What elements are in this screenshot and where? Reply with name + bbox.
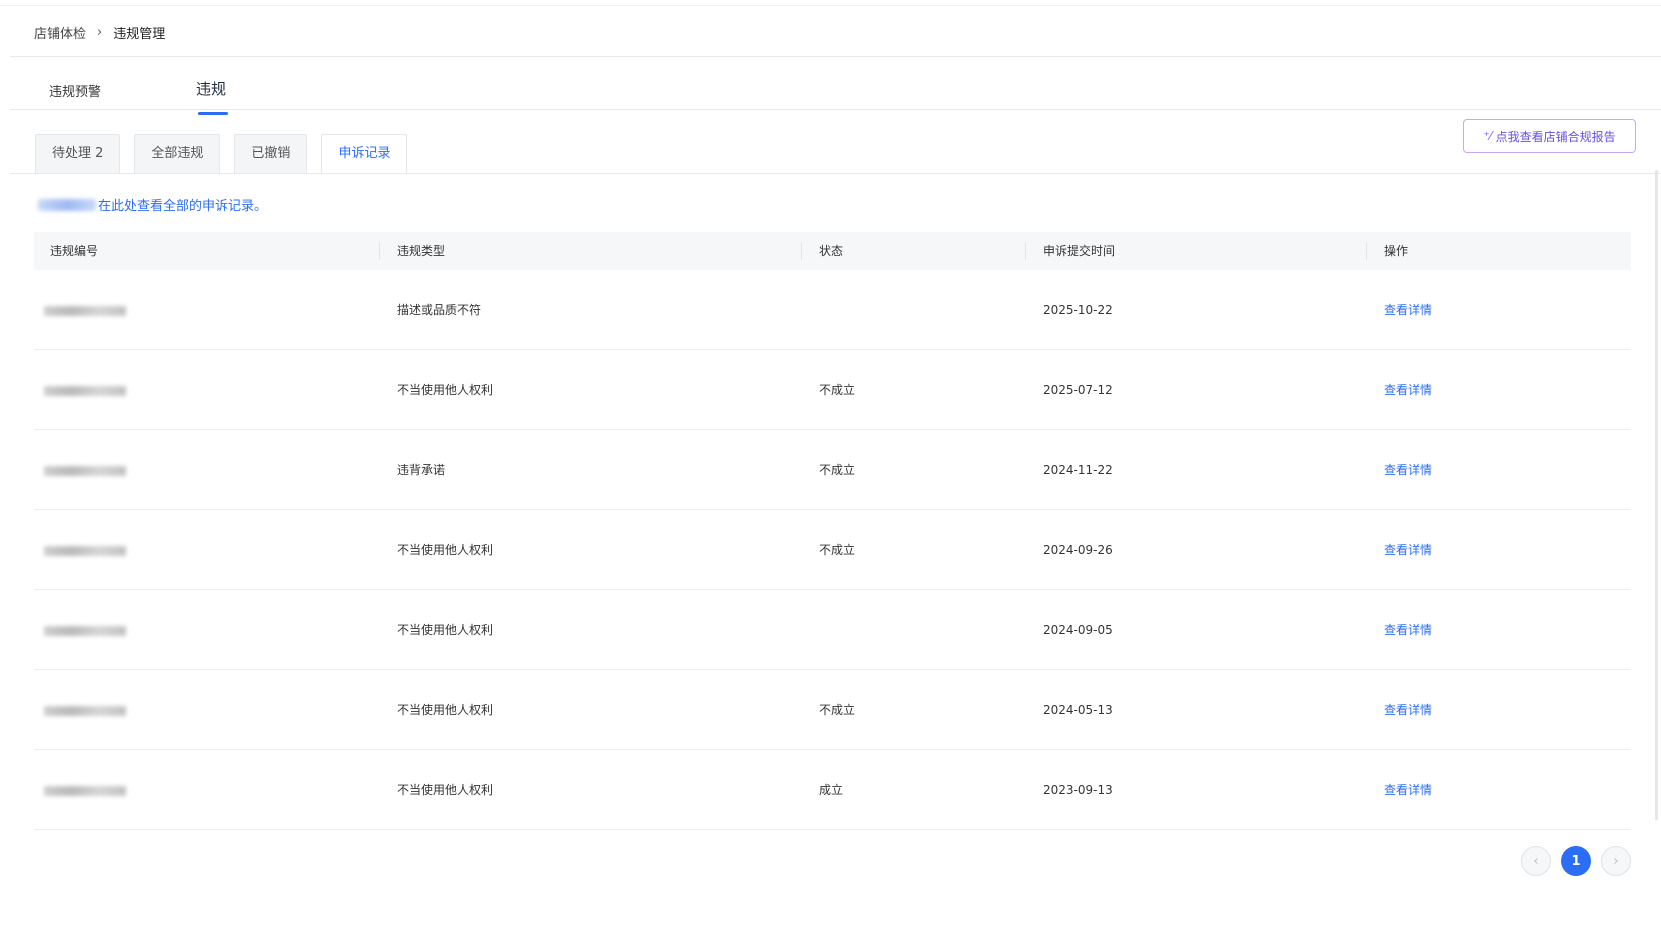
status: 不成立 [819,463,856,477]
table-row: 描述或品质不符 2025-10-22 查看详情 [34,270,1631,350]
table-row: 不当使用他人权利 成立 2023-09-13 查看详情 [34,750,1631,830]
violation-id-redacted [44,750,126,830]
table-row: 不当使用他人权利 不成立 2025-07-12 查看详情 [34,350,1631,430]
violation-id-redacted [44,350,126,430]
tab-violation[interactable]: 违规 [196,74,228,118]
pagination: ‹ 1 › [1521,846,1641,876]
violation-type: 不当使用他人权利 [397,623,494,637]
scrollbar[interactable] [1655,170,1658,820]
violation-type: 不当使用他人权利 [397,383,494,397]
redacted-text [38,198,96,211]
page: 店铺体检 › 违规管理 违规预警 违规 待处理 2 全部违规 已撤销 申诉记录 … [0,0,1661,926]
breadcrumb-parent[interactable]: 店铺体检 [34,23,86,42]
table-row: 不当使用他人权利 不成立 2024-05-13 查看详情 [34,670,1631,750]
submit-time: 2025-10-22 [1043,303,1113,317]
column-header-status: 状态 [819,244,844,258]
tab-violation-label: 违规 [196,80,227,98]
next-page-button[interactable]: › [1601,846,1631,876]
submit-time: 2024-11-22 [1043,463,1113,477]
table-row: 违背承诺 不成立 2024-11-22 查看详情 [34,430,1631,510]
violation-type: 不当使用他人权利 [397,703,494,717]
submit-time: 2024-09-05 [1043,623,1113,637]
header-divider [10,56,1661,57]
subtab-all-violations[interactable]: 全部违规 [134,134,221,174]
main-tabs-divider [10,109,1661,110]
breadcrumb: 店铺体检 › 违规管理 [34,22,165,42]
status: 不成立 [819,703,856,717]
submit-time: 2024-09-26 [1043,543,1113,557]
compliance-report-label: 点我查看店铺合规报告 [1495,129,1616,144]
view-details-link[interactable]: 查看详情 [1384,430,1432,510]
appeal-records-table: 违规编号 违规类型 状态 申诉提交时间 操作 描述或品质不符 2025-10-2… [34,232,1631,830]
violation-id-redacted [44,510,126,590]
column-header-type: 违规类型 [397,244,446,258]
violation-type: 违背承诺 [397,463,446,477]
prev-page-button[interactable]: ‹ [1521,846,1551,876]
table-row: 不当使用他人权利 不成立 2024-09-26 查看详情 [34,510,1631,590]
violation-type: 不当使用他人权利 [397,543,494,557]
breadcrumb-current: 违规管理 [113,26,166,42]
table-row: 不当使用他人权利 2024-09-05 查看详情 [34,590,1631,670]
chevron-right-icon: › [97,24,103,40]
submit-time: 2025-07-12 [1043,383,1113,397]
subtab-pending[interactable]: 待处理 2 [35,134,121,174]
notice-label: 在此处查看全部的申诉记录。 [98,199,268,214]
violation-id-redacted [44,430,126,510]
sub-tabs: 待处理 2 全部违规 已撤销 申诉记录 [35,134,421,175]
column-divider [801,242,802,260]
column-divider [1366,242,1367,260]
main-tabs: 违规预警 违规 [10,74,1661,118]
top-divider [0,5,1661,6]
column-header-action: 操作 [1384,244,1409,258]
active-tab-indicator [198,112,228,115]
table-header: 违规编号 违规类型 状态 申诉提交时间 操作 [34,232,1631,270]
column-header-id: 违规编号 [50,244,99,258]
status: 不成立 [819,543,856,557]
sparkle-icon: ⁺⁄ [1483,129,1492,143]
subtab-appeal-records[interactable]: 申诉记录 [321,134,408,175]
view-details-link[interactable]: 查看详情 [1384,750,1432,830]
status: 不成立 [819,383,856,397]
column-header-time: 申诉提交时间 [1043,244,1116,258]
compliance-report-button[interactable]: ⁺⁄ 点我查看店铺合规报告 [1463,119,1636,153]
view-details-link[interactable]: 查看详情 [1384,590,1432,670]
status: 成立 [819,783,844,797]
view-details-link[interactable]: 查看详情 [1384,670,1432,750]
violation-type: 描述或品质不符 [397,303,482,317]
submit-time: 2023-09-13 [1043,783,1113,797]
column-divider [379,242,380,260]
view-details-link[interactable]: 查看详情 [1384,350,1432,430]
column-divider [1025,242,1026,260]
tab-violation-warning[interactable]: 违规预警 [49,78,101,122]
view-details-link[interactable]: 查看详情 [1384,270,1432,350]
violation-id-redacted [44,670,126,750]
notice-text: 在此处查看全部的申诉记录。 [38,195,267,214]
violation-type: 不当使用他人权利 [397,783,494,797]
view-details-link[interactable]: 查看详情 [1384,510,1432,590]
subtab-revoked[interactable]: 已撤销 [234,134,308,174]
violation-id-redacted [44,590,126,670]
sub-tabs-divider [10,173,1661,174]
violation-id-redacted [44,270,126,350]
submit-time: 2024-05-13 [1043,703,1113,717]
page-1-button[interactable]: 1 [1561,846,1591,876]
